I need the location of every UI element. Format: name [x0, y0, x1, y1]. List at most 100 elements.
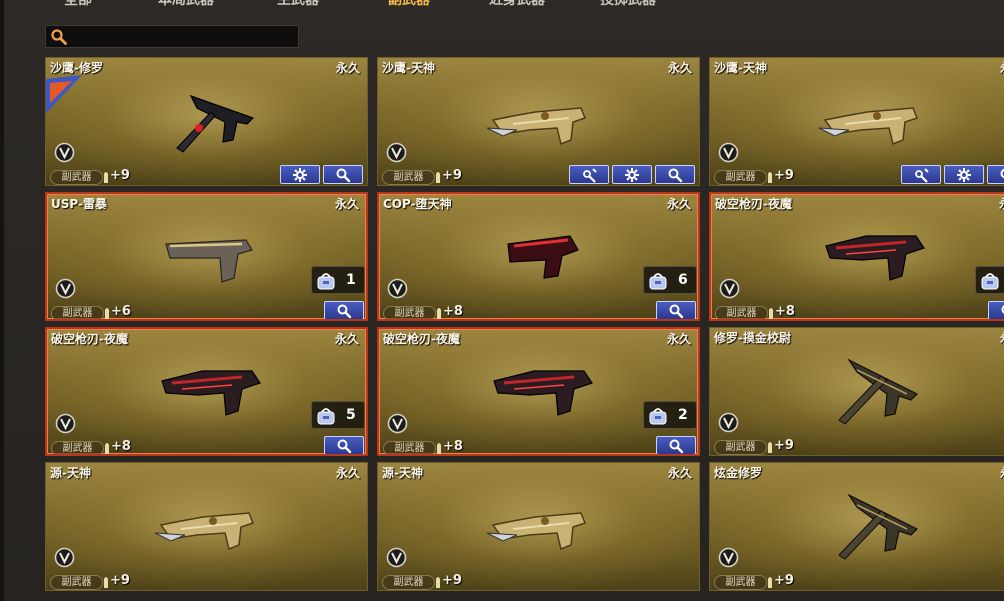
weapon-name: USP-雷暴: [51, 197, 107, 211]
v-rank-icon: [55, 413, 76, 434]
weapon-card[interactable]: COP-堕天神 永久 副武器 +8 6: [377, 192, 700, 321]
armory-window: 全部 本局武器 主武器 副武器 近身武器 投掷武器 沙鹰-修罗 永久 副武器 +9 沙鹰…: [0, 0, 1004, 601]
weapon-duration: 永久: [999, 195, 1004, 212]
ammo-icon: [436, 577, 440, 588]
ammo-icon: [104, 172, 108, 183]
weapon-card[interactable]: 沙鹰-天神 永久副武器 +9: [709, 57, 1004, 186]
settings-button[interactable]: [280, 165, 320, 184]
v-rank-icon: [718, 142, 739, 163]
inspect-button[interactable]: [656, 301, 696, 319]
inspect-button[interactable]: [656, 436, 696, 454]
weapon-card[interactable]: 源-天神 永久 副武器 +9: [377, 462, 700, 591]
v-rank-icon: [386, 547, 407, 568]
weapon-card[interactable]: 破空枪刃-夜魔 永久副武器 +8: [709, 192, 1004, 321]
v-rank-icon: [55, 278, 76, 299]
weapon-level: +9: [774, 168, 794, 183]
weapon-level: +9: [110, 573, 130, 588]
magnifier-icon: [669, 439, 684, 454]
weapon-name: 破空枪刃-夜魔: [715, 197, 792, 211]
bag-icon: [317, 408, 335, 425]
item-count-badge: 1: [311, 266, 365, 294]
inspect-button[interactable]: [324, 301, 364, 319]
item-count-badge: 2: [643, 401, 697, 429]
bag-icon: [649, 408, 667, 425]
weapon-card[interactable]: 沙鹰-修罗 永久副武器 +9: [45, 57, 368, 186]
inspect-button[interactable]: [323, 165, 363, 184]
v-rank-icon: [54, 547, 75, 568]
v-rank-icon: [387, 278, 408, 299]
weapon-grid: 沙鹰-修罗永久副武器+9沙鹰-天神永久副武器+9沙鹰-天神永久副武器+9USP-…: [4, 0, 1004, 601]
inspect-button[interactable]: [988, 301, 1004, 319]
weapon-duration: 永久: [1000, 464, 1004, 481]
modify-button[interactable]: [569, 165, 609, 184]
magnifier-icon: [668, 168, 683, 183]
weapon-name: 沙鹰-天神: [382, 61, 435, 75]
weapon-level: +9: [110, 168, 130, 183]
weapon-type-tag: 副武器: [382, 575, 435, 590]
ammo-icon: [105, 443, 109, 454]
weapon-card[interactable]: 破空枪刃-夜魔 永久 副武器 +8 5: [45, 327, 368, 456]
item-count: 1: [346, 272, 356, 288]
weapon-level: +8: [775, 304, 795, 319]
weapon-duration: 永久: [335, 466, 360, 480]
weapon-name: 源-天神: [50, 466, 91, 480]
weapon-name: 沙鹰-天神: [714, 61, 767, 75]
v-rank-icon: [718, 547, 739, 568]
weapon-type-tag: 副武器: [714, 170, 767, 185]
weapon-level: +8: [443, 304, 463, 319]
ammo-icon: [768, 172, 772, 183]
weapon-card[interactable]: 炫金修罗 永久副武器 +9: [709, 462, 1004, 591]
magnifier-icon: [336, 168, 351, 183]
v-rank-icon: [719, 278, 740, 299]
weapon-image: [473, 78, 613, 158]
modify-button[interactable]: [901, 165, 941, 184]
weapon-image: [474, 214, 614, 294]
weapon-name: 沙鹰-修罗: [50, 61, 103, 75]
bag-icon: [649, 273, 667, 290]
weapon-image: [805, 78, 945, 158]
weapon-card[interactable]: USP-雷暴 永久 副武器 +6 1: [45, 192, 368, 321]
item-count-badge: [975, 266, 1004, 294]
item-count-badge: 6: [643, 266, 697, 294]
weapon-card[interactable]: 源-天神 永久 副武器 +9: [45, 462, 368, 591]
weapon-type-tag: 副武器: [715, 306, 768, 319]
weapon-card[interactable]: 破空枪刃-夜魔 永久 副武器 +8 2: [377, 327, 700, 456]
ammo-icon: [437, 308, 441, 319]
inspect-button[interactable]: [655, 165, 695, 184]
settings-button[interactable]: [612, 165, 652, 184]
weapon-name: 破空枪刃-夜魔: [51, 332, 128, 346]
magnifier-icon: [337, 439, 352, 454]
wrench-gear-icon: [915, 168, 929, 183]
weapon-level: +8: [443, 439, 463, 454]
ammo-icon: [105, 308, 109, 319]
item-count: 2: [678, 407, 688, 423]
weapon-image: [806, 214, 946, 294]
ammo-icon: [437, 443, 441, 454]
gear-icon: [625, 168, 639, 182]
settings-button[interactable]: [944, 165, 984, 184]
weapon-duration: 永久: [667, 61, 692, 75]
weapon-name: 破空枪刃-夜魔: [383, 332, 460, 346]
inspect-button[interactable]: [324, 436, 364, 454]
weapon-duration: 永久: [335, 61, 360, 75]
weapon-duration: 永久: [1000, 59, 1004, 76]
inspect-button[interactable]: [987, 165, 1004, 184]
magnifier-icon: [669, 304, 684, 319]
weapon-card[interactable]: 沙鹰-天神 永久副武器 +9: [377, 57, 700, 186]
gear-icon: [293, 168, 307, 182]
v-rank-icon: [386, 142, 407, 163]
ammo-icon: [768, 442, 772, 453]
v-rank-icon: [54, 142, 75, 163]
magnifier-icon: [1000, 168, 1004, 179]
ammo-icon: [768, 577, 772, 588]
ammo-icon: [104, 577, 108, 588]
weapon-duration: 永久: [334, 332, 359, 346]
magnifier-icon: [337, 304, 352, 319]
wrench-gear-icon: [583, 168, 597, 183]
weapon-image: [474, 349, 614, 429]
weapon-type-tag: 副武器: [714, 440, 767, 455]
weapon-card[interactable]: 修罗-摸金校尉 永久副武器 +9: [709, 327, 1004, 456]
weapon-image: [805, 483, 945, 563]
weapon-type-tag: 副武器: [50, 170, 103, 185]
weapon-type-tag: 副武器: [51, 306, 104, 319]
